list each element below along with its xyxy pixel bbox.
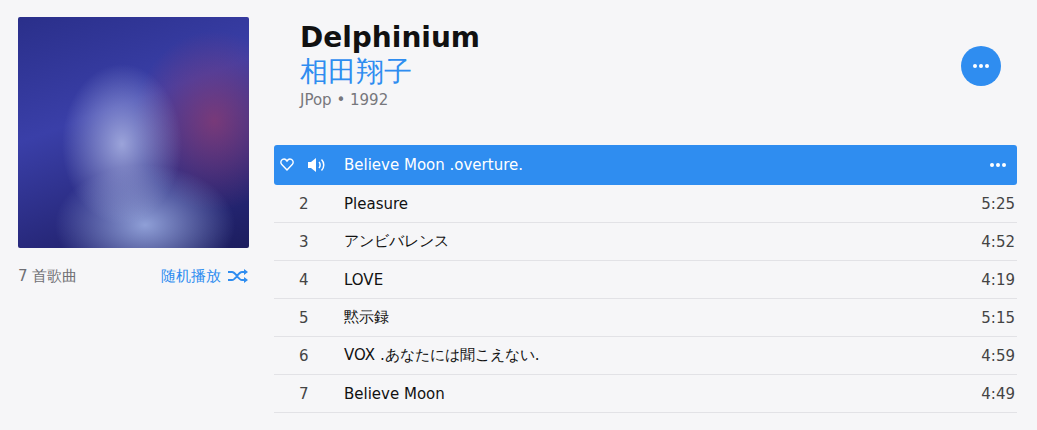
shuffle-button[interactable]: 随机播放: [161, 267, 249, 286]
track-panel: Delphinium相田翔子JPop • 1992 Believe Moon .o…: [274, 17, 1017, 413]
album-panel: 7 首歌曲 随机播放: [18, 17, 249, 413]
track-row[interactable]: 2Pleasure5:25: [274, 185, 1017, 223]
more-button[interactable]: [961, 46, 1001, 86]
track-title[interactable]: LOVE: [344, 271, 981, 289]
track-duration: 5:15: [981, 309, 1017, 327]
track-row[interactable]: 7Believe Moon4:49: [274, 375, 1017, 413]
track-number: 5: [274, 309, 344, 327]
track-number: 2: [274, 195, 344, 213]
track-duration: 4:52: [981, 233, 1017, 251]
track-number: 6: [274, 347, 344, 365]
track-duration: 4:59: [981, 347, 1017, 365]
row-more-button[interactable]: [989, 162, 1017, 168]
track-number: 3: [274, 233, 344, 251]
more-icon: [972, 63, 990, 69]
track-icons: [274, 157, 344, 173]
song-count: 7 首歌曲: [18, 267, 77, 286]
track-row[interactable]: 5黙示録5:15: [274, 299, 1017, 337]
track-row[interactable]: 6VOX .あなたには聞こえない.4:59: [274, 337, 1017, 375]
track-title[interactable]: アンビバレンス: [344, 232, 981, 251]
artist-link[interactable]: 相田翔子: [300, 55, 961, 89]
track-row[interactable]: Believe Moon .overture.: [274, 145, 1017, 185]
track-title[interactable]: Believe Moon: [344, 385, 981, 403]
track-row[interactable]: 3アンビバレンス4:52: [274, 223, 1017, 261]
track-title[interactable]: Believe Moon .overture.: [344, 156, 989, 174]
album-cover: [18, 17, 249, 248]
row-more-icon: [989, 162, 1007, 168]
album-meta: JPop • 1992: [300, 89, 961, 111]
track-row[interactable]: 4LOVE4:19: [274, 261, 1017, 299]
track-duration: 4:49: [981, 385, 1017, 403]
track-duration: 5:25: [981, 195, 1017, 213]
album-info: Delphinium相田翔子JPop • 1992: [300, 21, 961, 111]
track-title[interactable]: 黙示録: [344, 308, 981, 327]
track-title[interactable]: VOX .あなたには聞こえない.: [344, 346, 981, 365]
album-title: Delphinium: [300, 21, 961, 55]
heart-icon: [280, 158, 294, 171]
track-number: 4: [274, 271, 344, 289]
album-header: Delphinium相田翔子JPop • 1992: [274, 17, 1017, 111]
track-list: Believe Moon .overture.2Pleasure5:253アンビ…: [274, 145, 1017, 413]
track-number: 7: [274, 385, 344, 403]
track-duration: 4:19: [981, 271, 1017, 289]
speaker-icon: [306, 157, 326, 173]
shuffle-icon: [227, 268, 249, 284]
album-footer: 7 首歌曲 随机播放: [18, 266, 249, 286]
shuffle-label[interactable]: 随机播放: [161, 267, 221, 286]
track-title[interactable]: Pleasure: [344, 195, 981, 213]
